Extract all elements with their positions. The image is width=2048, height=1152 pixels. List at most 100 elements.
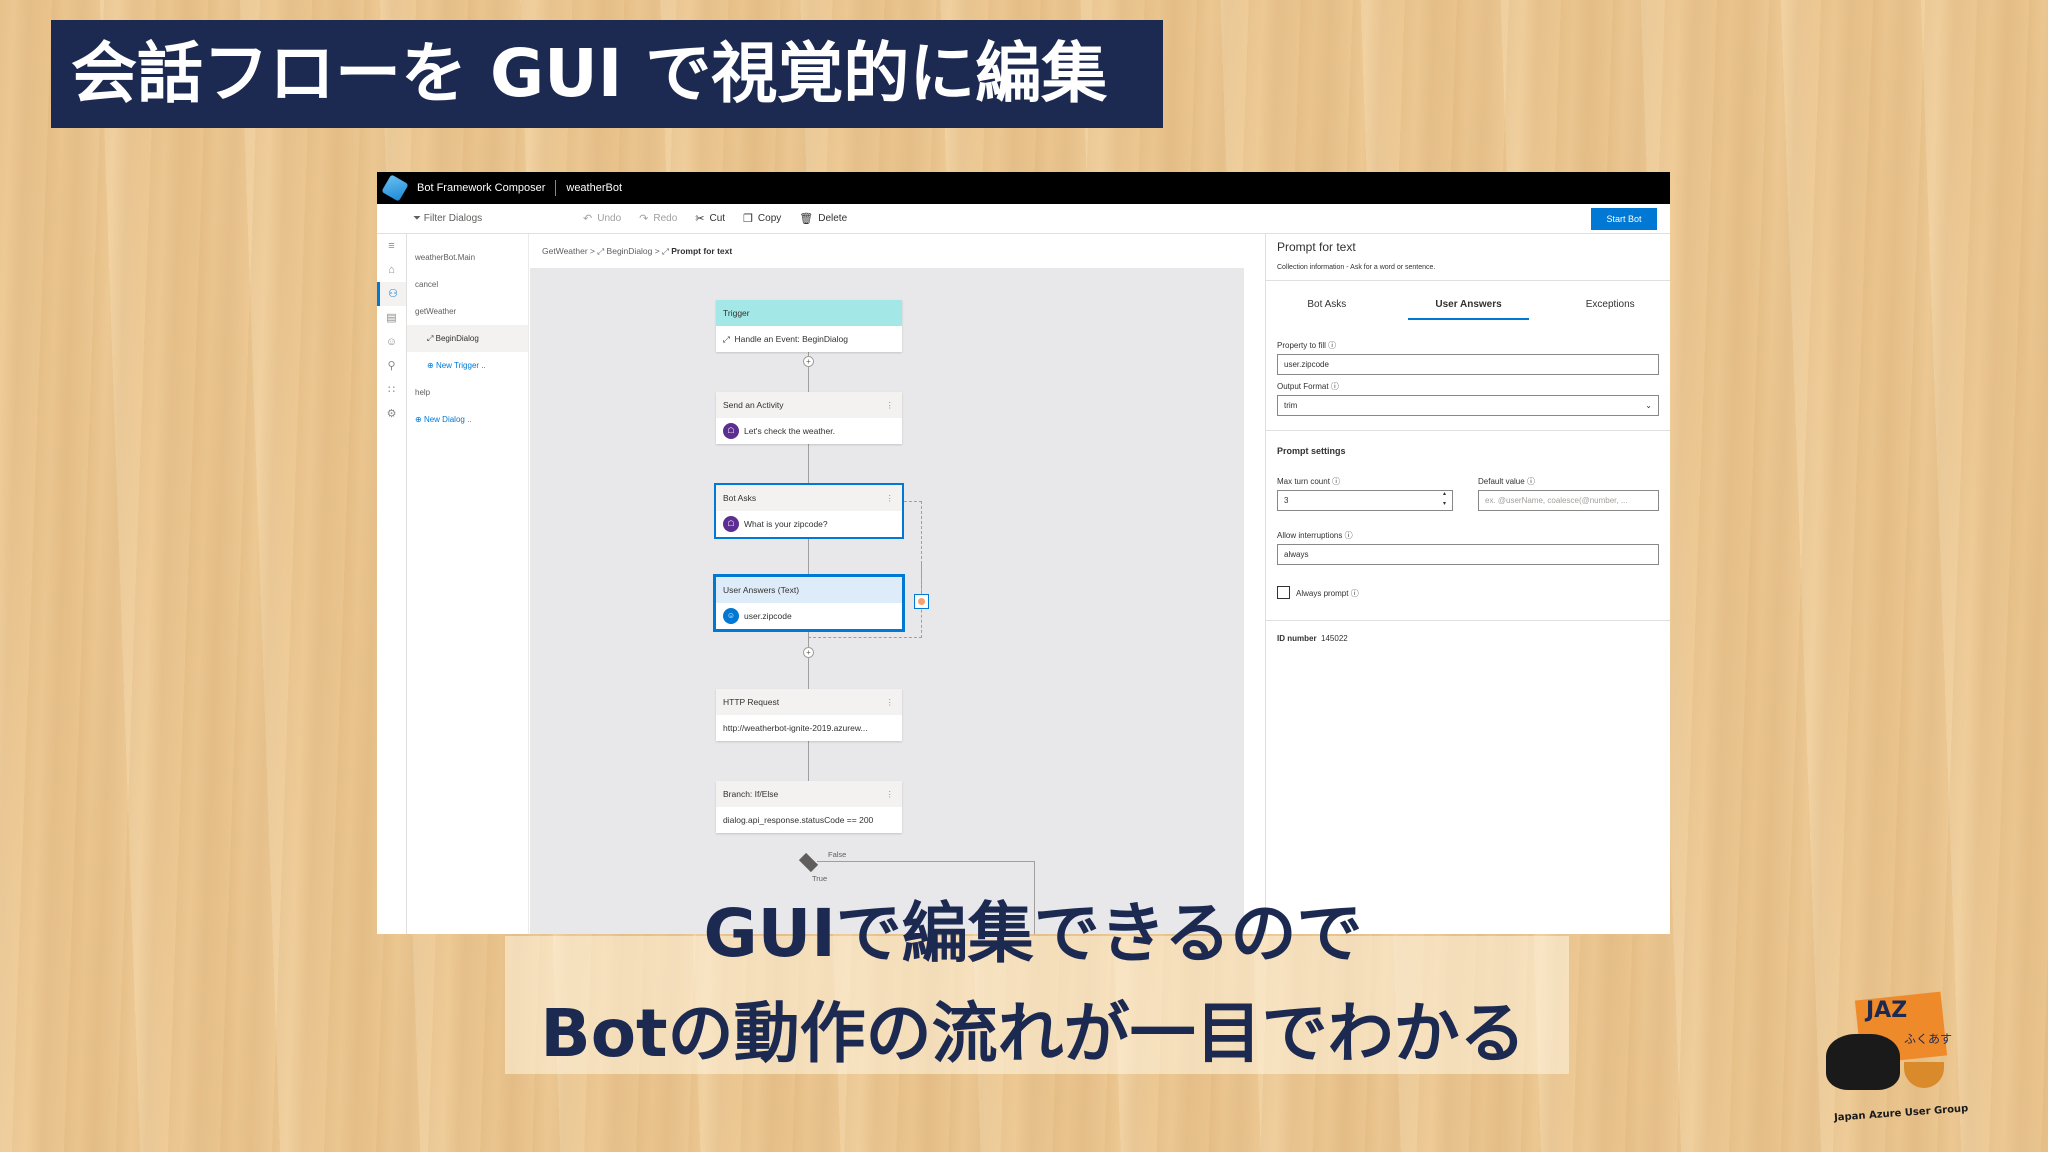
dialog-item-cancel[interactable]: cancel [407,271,528,298]
ramen-bowl-icon [1904,1062,1944,1088]
caption-line-1: GUIで編集できるので [703,895,1363,972]
copy-icon: ❐ [743,213,753,225]
jaz-logo-sub: ふくあす [1904,1032,1953,1046]
info-icon: ⓘ [1526,477,1535,486]
info-icon: ⓘ [1328,341,1337,350]
chevron-down-icon: ⌄ [1645,401,1652,410]
more-icon[interactable]: ⋮ [886,689,895,715]
bot-icon: ☖ [723,423,739,439]
properties-panel: Prompt for text Collection information -… [1265,234,1670,934]
branch-if-else-node[interactable]: Branch: If/Else ⋮ dialog.api_response.sta… [716,781,902,833]
cut-button[interactable]: ✂ Cut [695,212,725,225]
redo-button[interactable]: ↷ Redo [639,212,677,225]
trigger-item-begindialog[interactable]: ⤢ BeginDialog [407,325,528,352]
trash-icon: 🗑 [799,213,814,225]
output-format-label: Output Format ⓘ [1277,382,1339,391]
breadcrumb: GetWeather > ⤢ BeginDialog > ⤢ Prompt fo… [530,234,1244,268]
output-format-select[interactable]: trim ⌄ [1277,395,1659,416]
default-value-input[interactable]: ex. @userName, coalesce(@number, ... [1478,490,1659,511]
prompt-settings-heading: Prompt settings [1277,446,1346,456]
start-bot-button[interactable]: Start Bot [1591,208,1657,230]
more-icon[interactable]: ⋮ [886,392,895,418]
lg-icon[interactable]: ▤ [377,306,406,330]
dialog-item-getweather[interactable]: getWeather [407,298,528,325]
always-prompt-label: Always prompt ⓘ [1296,589,1359,598]
jaz-group-name: Japan Azure User Group [1833,1103,1969,1124]
copy-button[interactable]: ❐ Copy [743,212,781,225]
property-input[interactable]: user.zipcode [1277,354,1659,375]
panel-description: Collection information - Ask for a word … [1277,264,1436,271]
slide-title: 会話フローを GUI で視覚的に編集 [51,20,1163,128]
exception-marker[interactable] [914,594,929,609]
delete-button[interactable]: 🗑 Delete [799,212,847,225]
spin-icon[interactable]: ▴ ▾ [1443,489,1446,509]
send-activity-node[interactable]: Send an Activity ⋮ ☖ Let's check the weath… [716,392,902,444]
info-icon: ⓘ [1344,531,1353,540]
http-request-node[interactable]: HTTP Request ⋮ http://weatherbot-ignite-2… [716,689,902,741]
max-turn-input[interactable]: 3 ▴ ▾ [1277,490,1453,511]
add-step-button[interactable]: + [803,647,814,658]
event-icon: ⤢ [723,334,735,344]
filter-dialogs[interactable]: ⏷ Filter Dialogs [413,213,565,224]
tab-user-answers[interactable]: User Answers [1407,290,1530,320]
interruptions-label: Allow interruptions ⓘ [1277,531,1353,540]
new-dialog-link[interactable]: ⊕ New Dialog .. [407,406,528,433]
left-nav: ≡ ⌂ ⚇ ▤ ☺ ⚲ ∷ ⚙ [377,234,407,934]
event-icon: ⤢ [427,334,436,343]
info-icon: ⓘ [1330,382,1339,391]
hamburger-icon[interactable]: ≡ [377,234,406,258]
jaz-logo: JAZ ふくあす Japan Azure User Group [1820,990,1970,1130]
tab-exceptions[interactable]: Exceptions [1549,290,1670,320]
dialog-item-main[interactable]: weatherBot.Main [407,244,528,271]
scissors-icon: ✂ [695,213,705,225]
property-label: Property to fill ⓘ [1277,341,1337,350]
interruptions-input[interactable]: always [1277,544,1659,565]
flow-canvas[interactable]: GetWeather > ⤢ BeginDialog > ⤢ Prompt fo… [530,234,1244,934]
caption-line-2: Botの動作の流れが一目でわかる [540,995,1526,1072]
breadcrumb-current: Prompt for text [671,246,733,256]
branch-diamond [798,852,819,873]
more-icon[interactable]: ⋮ [886,781,895,807]
user-answers-node[interactable]: User Answers (Text) ☺ user.zipcode [713,574,905,632]
dialog-list: weatherBot.Main cancel getWeather ⤢ Begi… [407,234,529,934]
black-cat-icon [1826,1034,1900,1090]
design-flow-icon[interactable]: ⚇ [377,282,406,306]
bot-asks-node[interactable]: Bot Asks ⋮ ☖ What is your zipcode? [714,483,904,539]
more-icon[interactable]: ⋮ [886,485,895,511]
user-bot-icon[interactable]: ☺ [377,330,406,354]
settings-gear-icon[interactable]: ⚙ [377,402,406,426]
trigger-node[interactable]: Trigger ⤢ Handle an Event: BeginDialog [716,300,902,352]
add-icon: ⊕ [415,415,424,424]
toolbar: ⏷ Filter Dialogs ↶ Undo ↷ Redo ✂ Cut ❐ Copy … [377,204,1670,234]
add-icon: ⊕ [427,361,436,370]
redo-icon: ↷ [639,213,649,225]
skills-icon[interactable]: ⚲ [377,354,406,378]
tab-bot-asks[interactable]: Bot Asks [1266,290,1388,320]
user-icon: ☺ [723,608,739,624]
jaz-logo-text: JAZ [1866,998,1908,1023]
breadcrumb-item[interactable]: GetWeather [542,246,588,256]
event-icon: ⤢ [662,246,669,256]
notifications-icon[interactable]: ∷ [377,378,406,402]
always-prompt-checkbox[interactable] [1277,586,1290,599]
panel-title: Prompt for text [1277,240,1356,254]
id-number: ID number 145022 [1277,634,1348,643]
home-icon[interactable]: ⌂ [377,258,406,282]
add-step-button[interactable]: + [803,356,814,367]
breadcrumb-item[interactable]: BeginDialog [607,246,653,256]
event-icon: ⤢ [597,246,605,256]
undo-button[interactable]: ↶ Undo [583,212,621,225]
bot-icon: ☖ [723,516,739,532]
bot-name: weatherBot [566,182,623,194]
false-label: False [828,850,847,859]
max-turn-label: Max turn count ⓘ [1277,477,1341,486]
title-bar: Bot Framework Composer weatherBot [377,172,1670,204]
undo-icon: ↶ [583,213,593,225]
composer-window: Bot Framework Composer weatherBot ⏷ Filt… [377,172,1670,934]
info-icon: ⓘ [1332,477,1341,486]
info-icon: ⓘ [1350,589,1359,598]
filter-icon: ⏷ [413,213,421,224]
dialog-item-help[interactable]: help [407,379,528,406]
panel-tabs: Bot Asks User Answers Exceptions [1266,290,1670,320]
new-trigger-link[interactable]: ⊕ New Trigger .. [407,352,528,379]
